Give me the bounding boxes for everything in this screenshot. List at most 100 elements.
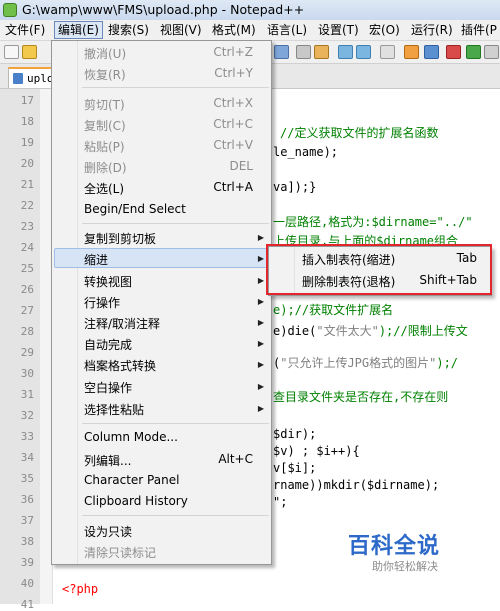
menu-item-shortcut: Alt+C (218, 452, 253, 466)
menu-file[interactable]: 文件(F) (2, 22, 48, 38)
menu-item-label: 复制(C) (84, 119, 126, 133)
line-number: 36 (20, 493, 34, 506)
code-string: "文件太大" (316, 324, 379, 338)
menu-search[interactable]: 搜索(S) (105, 22, 152, 38)
menu-edit[interactable]: 编辑(E) (54, 21, 103, 39)
menu-item-label: 清除只读标记 (84, 546, 157, 560)
file-saved-icon (13, 73, 23, 84)
menu-item-shortcut: Ctrl+X (213, 96, 253, 110)
menu-separator (82, 87, 269, 88)
code-line: $dir); (273, 427, 317, 441)
code-line: rname))mkdir($dirname); (273, 478, 440, 492)
redo-icon[interactable] (274, 45, 289, 59)
menu-bar: 文件(F) 编辑(E) 搜索(S) 视图(V) 格式(M) 语言(L) 设置(T… (0, 20, 500, 41)
line-number: 19 (20, 136, 34, 149)
menu-item-shortcut: Ctrl+Z (213, 45, 253, 59)
menu-item-shortcut: Ctrl+C (213, 117, 253, 131)
menu-settings[interactable]: 设置(T) (315, 22, 362, 38)
menu-macro[interactable]: 宏(O) (366, 22, 403, 38)
menu-item-label: 注释/取消注释 (84, 317, 161, 331)
title-bar: G:\wamp\www\FMS\upload.php - Notepad++ (0, 0, 500, 21)
line-number: 31 (20, 388, 34, 401)
sync-scroll-icon[interactable] (380, 45, 395, 59)
watermark-tagline: 助你轻松解决 (372, 560, 438, 573)
code-comment: e);//获取文件扩展名 (273, 303, 394, 317)
line-number-gutter: 17 18 19 20 21 22 23 24 25 26 27 28 29 3… (0, 89, 41, 611)
code-comment: 查目录文件夹是否存在,不存在则 (273, 390, 449, 404)
play-macro-icon[interactable] (466, 45, 481, 59)
menu-item-label: 行操作 (84, 296, 121, 310)
menu-separator (82, 515, 269, 516)
line-number: 25 (20, 262, 34, 275)
zoom-out-icon[interactable] (356, 45, 371, 59)
menu-item-label: Column Mode... (84, 430, 178, 444)
submenu-arrow-icon: ▶ (257, 360, 264, 369)
menu-item-shortcut: Ctrl+Y (214, 66, 253, 80)
code-php-open-tag: <?php (62, 582, 99, 596)
zoom-in-icon[interactable] (338, 45, 353, 59)
menu-item-label: 设为只读 (84, 525, 133, 539)
menu-item-label: 列编辑... (84, 454, 132, 468)
menu-item-label: 删除(D) (84, 161, 127, 175)
window-title: G:\wamp\www\FMS\upload.php - Notepad++ (22, 2, 305, 17)
line-number: 18 (20, 115, 34, 128)
submenu-arrow-icon: ▶ (257, 297, 264, 306)
line-number: 22 (20, 199, 34, 212)
line-number: 23 (20, 220, 34, 233)
code-line: $v) ; $i++){ (273, 444, 360, 458)
menu-item-label: 缩进 (84, 253, 109, 267)
line-number: 37 (20, 514, 34, 527)
code-line: va]);} (273, 180, 317, 194)
line-number: 21 (20, 178, 34, 191)
menu-plugins[interactable]: 插件(P (458, 22, 500, 38)
new-file-icon[interactable] (4, 45, 19, 59)
menu-item-label: 复制到剪切板 (84, 232, 157, 246)
submenu-arrow-icon: ▶ (257, 254, 264, 263)
watermark: 百科全说 助你轻松解决 (342, 522, 472, 582)
record-macro-icon[interactable] (446, 45, 461, 59)
menu-item-shortcut: DEL (229, 159, 253, 173)
save-macro-icon[interactable] (484, 45, 499, 59)
code-comment: );//限制上传文 (378, 324, 468, 338)
menu-item-label: 粘贴(P) (84, 140, 125, 154)
menu-view[interactable]: 视图(V) (157, 22, 205, 38)
watermark-brand: 百科全说 (348, 534, 441, 559)
menu-run[interactable]: 运行(R) (408, 22, 456, 38)
menu-item-label: 选择性粘贴 (84, 403, 145, 417)
line-number: 41 (20, 598, 34, 611)
code-line: v[$i]; (273, 461, 317, 475)
menu-item-label: 全选(L) (84, 182, 125, 196)
menu-language[interactable]: 语言(L) (264, 22, 310, 38)
line-number: 30 (20, 367, 34, 380)
line-number: 26 (20, 283, 34, 296)
code-line: "; (273, 495, 288, 509)
show-all-chars-icon[interactable] (424, 45, 439, 59)
line-number: 35 (20, 472, 34, 485)
line-number: 20 (20, 157, 34, 170)
line-number: 27 (20, 304, 34, 317)
replace-icon[interactable] (314, 45, 329, 59)
line-number: 39 (20, 556, 34, 569)
menu-separator (82, 223, 269, 224)
open-file-icon[interactable] (22, 45, 37, 59)
submenu-arrow-icon: ▶ (257, 339, 264, 348)
code-comment: 一层路径,格式为:$dirname="../" (273, 215, 473, 229)
menu-item-label: 撤消(U) (84, 47, 127, 61)
menu-item-label: Begin/End Select (84, 202, 186, 216)
submenu-arrow-icon: ▶ (257, 404, 264, 413)
notepadpp-app-icon (3, 3, 17, 17)
code-line: ("只允许上传JPG格式的图片");/ (273, 354, 458, 371)
menu-item-shortcut: Ctrl+V (213, 138, 253, 152)
menu-format[interactable]: 格式(M) (209, 22, 259, 38)
wrap-icon[interactable] (404, 45, 419, 59)
line-number: 40 (20, 577, 34, 590)
find-icon[interactable] (296, 45, 311, 59)
annotation-highlight-box (266, 244, 492, 295)
menu-item-label: Character Panel (84, 473, 180, 487)
menu-item-shortcut: Ctrl+A (213, 180, 253, 194)
code-comment: );/ (436, 356, 459, 370)
edit-menu-dropdown: 撤消(U) Ctrl+Z 恢复(R) Ctrl+Y 剪切(T) Ctrl+X 复… (51, 40, 272, 565)
menu-item-label: 自动完成 (84, 338, 133, 352)
code-line-part: e)die( (273, 324, 317, 338)
code-comment: //定义获取文件的扩展名函数 (280, 126, 439, 140)
